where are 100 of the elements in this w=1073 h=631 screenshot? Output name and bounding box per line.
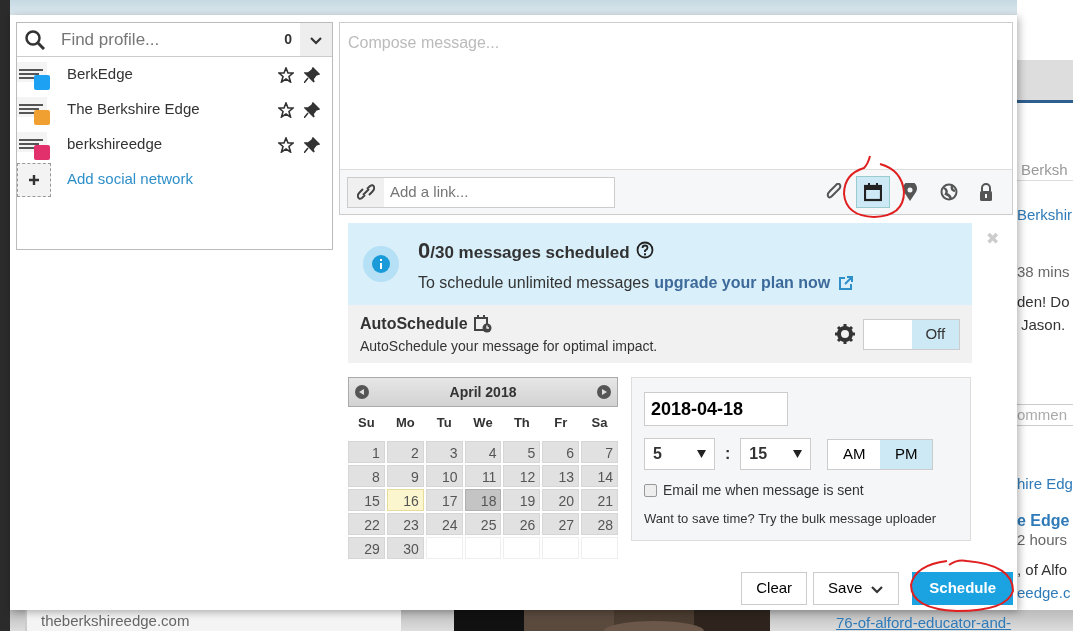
calendar-day[interactable]: 1 [348,440,385,463]
weekday-label: Fr [553,414,569,432]
calendar-day[interactable]: 4 [464,440,502,463]
calendar-day[interactable]: 5 [503,440,541,463]
weekday-label: Mo [394,414,416,432]
weekday-label: Su [357,414,376,432]
weekday-label: Sa [590,414,609,432]
profile-avatar-icon [17,129,51,160]
calendar-day[interactable]: 2 [386,440,424,463]
calendar-day[interactable]: 19 [503,488,541,511]
add-network-link[interactable]: Add social network [67,168,193,191]
empty-day-cell [464,536,502,559]
date-field[interactable]: 2018-04-18 [644,392,788,426]
calendar-day[interactable]: 25 [464,512,502,535]
globe-icon[interactable] [940,182,958,202]
profile-avatar-icon [17,59,51,90]
profile-name[interactable]: The Berkshire Edge [67,98,278,121]
post-text: den! Do [1017,292,1071,312]
star-icon[interactable] [278,101,294,118]
star-icon[interactable] [278,136,294,153]
next-month-icon[interactable] [597,385,611,399]
clear-button[interactable]: Clear [741,572,808,605]
calendar-day[interactable]: 21 [581,488,618,511]
profile-name[interactable]: BerkEdge [67,63,278,86]
post-text: , of Alfo [1017,560,1069,580]
link-icon [357,183,375,201]
quota-label: /30 messages scheduled [430,241,630,264]
dropdown-arrow-icon [697,450,706,458]
dropdown-button[interactable] [300,23,332,56]
calendar-day[interactable]: 28 [581,512,618,535]
calendar-day[interactable]: 26 [503,512,541,535]
calendar-day[interactable]: 11 [464,464,502,487]
star-icon[interactable] [278,66,294,83]
page-link[interactable]: Berkshir [1017,205,1073,225]
link-field[interactable]: Add a link... [347,176,615,208]
calendar-day[interactable]: 10 [425,464,463,487]
chevron-down-icon [870,583,885,594]
calendar-day[interactable]: 13 [542,464,580,487]
profile-name[interactable]: berkshireedge [67,133,278,156]
calendar-day[interactable]: 27 [542,512,580,535]
calendar-day[interactable]: 8 [348,464,385,487]
calendar-button[interactable] [856,176,890,208]
previous-month-icon[interactable] [355,385,369,399]
calendar-day[interactable]: 6 [542,440,580,463]
period-toggle[interactable]: PM [880,439,933,469]
upgrade-text: To schedule unlimited messages [418,272,650,293]
article-link[interactable]: 76-of-alford-educator-and- [836,610,1012,631]
calendar-day[interactable]: 15 [348,488,385,511]
settings-icon[interactable] [835,324,855,344]
calendar-day[interactable]: 7 [581,440,618,463]
page-link[interactable]: hire Edg [1017,474,1073,494]
bulk-uploader-link[interactable]: bulk message uploader [801,511,937,526]
page-link[interactable]: eedge.c [1017,583,1073,603]
map-pin-icon[interactable] [902,182,920,202]
calendar-day[interactable]: 17 [425,488,463,511]
pin-icon[interactable] [304,66,320,83]
save-button[interactable]: Save [813,572,900,605]
post-time: 2 hours [1017,530,1069,550]
profile-count: 0 [283,30,293,49]
calendar-day[interactable]: 12 [503,464,541,487]
calendar-day[interactable]: 18 [464,488,502,511]
calendar-day[interactable]: 9 [386,464,424,487]
header-bar [1017,60,1073,103]
plus-icon [29,174,39,185]
calendar-day[interactable]: 16 [386,488,424,511]
post-text: Jason. [1020,315,1067,335]
upgrade-link[interactable]: upgrade your plan now [654,270,831,295]
calendar-day[interactable]: 22 [348,512,385,535]
calendar-day[interactable]: 23 [386,512,424,535]
paperclip-icon[interactable] [826,182,844,202]
weekday-label: We [472,414,494,432]
empty-day-cell [542,536,580,559]
calendar-day[interactable]: 20 [542,488,580,511]
autoschedule-description: AutoSchedule your message for optimal impact. [360,336,659,356]
hour-select[interactable]: 5 [644,438,715,470]
pin-icon[interactable] [304,136,320,153]
compose-box[interactable]: Compose message... Add a link... [339,22,1013,215]
email-option-label: Email me when message is sent [663,481,864,500]
autoschedule-title: AutoSchedule [360,313,468,334]
post-title: e Edge [1017,511,1071,531]
add-network-button[interactable] [17,162,51,197]
period-toggle[interactable]: AM [828,439,881,469]
help-icon [635,241,654,259]
post-time: 38 mins [1017,262,1071,282]
calendar-day[interactable]: 24 [425,512,463,535]
empty-day-cell [581,536,618,559]
site-url: theberkshireedge.com [25,610,401,631]
autoschedule-toggle[interactable]: Off [863,318,960,350]
minute-select[interactable]: 15 [740,438,812,470]
calendar-icon[interactable] [864,182,882,202]
calendar-day[interactable]: 3 [425,440,463,463]
email-checkbox[interactable] [644,484,657,497]
calendar-clock-icon [473,314,492,333]
calendar-month: April 2018 [449,382,517,402]
weekday-label: Tu [435,414,453,432]
calendar-day[interactable]: 30 [386,536,424,559]
calendar-day[interactable]: 14 [581,464,618,487]
calendar-day[interactable]: 29 [348,536,385,559]
pin-icon[interactable] [304,101,320,118]
weekday-label: Th [512,414,531,432]
